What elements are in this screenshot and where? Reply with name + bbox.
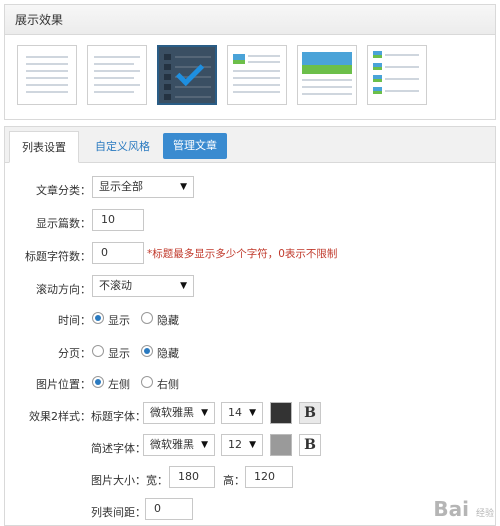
title-size-select[interactable]: 14 ▼: [221, 402, 263, 424]
category-select[interactable]: 显示全部 ▼: [92, 176, 194, 198]
paging-label: 分页：: [58, 347, 91, 360]
layout-option-banner[interactable]: [297, 45, 357, 105]
layout-option-selected[interactable]: [157, 45, 217, 105]
settings-panel: 列表设置 自定义风格 管理文章 文章分类： 显示全部 ▼ 显示篇数： 10 标题…: [4, 126, 496, 526]
count-input[interactable]: 10: [92, 209, 144, 231]
time-hide-radio[interactable]: [141, 312, 153, 324]
image-left-text: 左侧: [108, 378, 130, 391]
list-spacing-label: 列表间距：: [91, 506, 146, 519]
image-width-input[interactable]: 180: [169, 466, 215, 488]
dropdown-arrow-icon: ▼: [201, 408, 208, 418]
desc-color-swatch[interactable]: [270, 434, 292, 456]
display-effect-panel: 展示效果: [4, 4, 496, 120]
layout-option-thumbnails-list[interactable]: [367, 45, 427, 105]
paging-hide-text: 隐藏: [157, 347, 179, 360]
watermark-sub: 经验: [475, 509, 494, 519]
list-spacing-input[interactable]: 0: [145, 498, 193, 520]
display-effect-title: 展示效果: [5, 5, 495, 35]
category-value: 显示全部: [99, 180, 143, 193]
title-chars-hint: *标题最多显示多少个字符，0表示不限制: [147, 248, 338, 260]
layout-option-image-left[interactable]: [227, 45, 287, 105]
dropdown-arrow-icon: ▼: [180, 182, 187, 192]
desc-size-value: 12: [228, 438, 242, 451]
desc-font-value: 微软雅黑: [150, 438, 194, 451]
layout-option-lines[interactable]: [17, 45, 77, 105]
image-position-label: 图片位置：: [36, 378, 91, 391]
scroll-label: 滚动方向：: [36, 283, 91, 296]
paging-hide-radio[interactable]: [141, 345, 153, 357]
image-height-input[interactable]: 120: [245, 466, 293, 488]
title-chars-input[interactable]: 0: [92, 242, 144, 264]
image-right-radio[interactable]: [141, 376, 153, 388]
scroll-value: 不滚动: [99, 279, 132, 292]
layout-option-list[interactable]: [87, 45, 147, 105]
watermark-logo: Bai 经验: [433, 497, 494, 521]
paging-show-text: 显示: [108, 347, 130, 360]
title-size-value: 14: [228, 406, 242, 419]
title-bold-button[interactable]: B: [299, 402, 321, 424]
time-label: 时间：: [58, 314, 91, 327]
time-show-text: 显示: [108, 314, 130, 327]
title-font-value: 微软雅黑: [150, 406, 194, 419]
time-show-radio[interactable]: [92, 312, 104, 324]
image-right-text: 右侧: [157, 378, 179, 391]
paging-show-radio[interactable]: [92, 345, 104, 357]
image-height-label: 高：: [223, 474, 245, 487]
dropdown-arrow-icon: ▼: [249, 408, 256, 418]
desc-font-select[interactable]: 微软雅黑 ▼: [143, 434, 215, 456]
dropdown-arrow-icon: ▼: [201, 440, 208, 450]
desc-bold-button[interactable]: B: [299, 434, 321, 456]
desc-size-select[interactable]: 12 ▼: [221, 434, 263, 456]
watermark-text: Bai: [433, 497, 470, 521]
time-hide-text: 隐藏: [157, 314, 179, 327]
manage-articles-button[interactable]: 管理文章: [163, 133, 227, 159]
dropdown-arrow-icon: ▼: [180, 281, 187, 291]
tab-custom-style[interactable]: 自定义风格: [83, 131, 162, 163]
tab-list-settings[interactable]: 列表设置: [9, 131, 79, 163]
desc-font-label: 简述字体：: [91, 442, 146, 455]
category-label: 文章分类：: [36, 184, 91, 197]
title-chars-label: 标题字符数：: [25, 250, 91, 263]
image-left-radio[interactable]: [92, 376, 104, 388]
count-label: 显示篇数：: [36, 217, 91, 230]
style2-label: 效果2样式：: [29, 410, 91, 423]
title-font-select[interactable]: 微软雅黑 ▼: [143, 402, 215, 424]
checkmark-icon: [175, 57, 205, 87]
title-font-label: 标题字体：: [91, 410, 146, 423]
title-color-swatch[interactable]: [270, 402, 292, 424]
scroll-select[interactable]: 不滚动 ▼: [92, 275, 194, 297]
image-size-label: 图片大小：宽：: [91, 474, 168, 487]
settings-tabs: 列表设置 自定义风格 管理文章: [5, 127, 495, 163]
dropdown-arrow-icon: ▼: [249, 440, 256, 450]
